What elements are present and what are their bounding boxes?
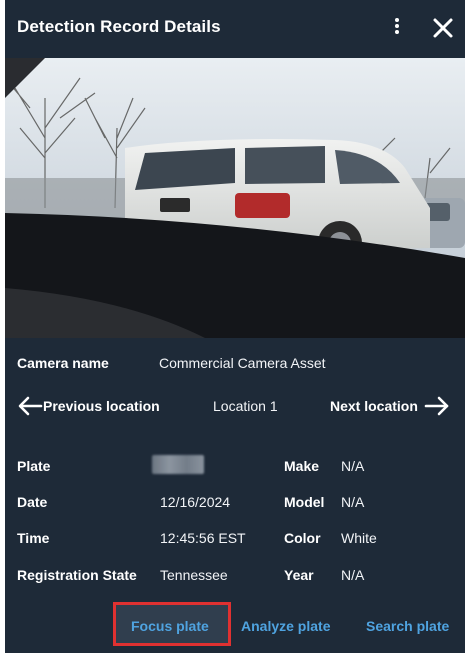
model-value: N/A — [341, 494, 365, 510]
focus-plate-button[interactable]: Focus plate — [131, 618, 209, 634]
camera-name-label: Camera name — [17, 355, 109, 371]
registration-state-label: Registration State — [17, 567, 137, 583]
panel-header: Detection Record Details — [5, 0, 465, 58]
detection-record-panel: Detection Record Details Camera name Com… — [5, 0, 465, 653]
analyze-plate-button[interactable]: Analyze plate — [241, 618, 330, 634]
arrow-right-icon — [424, 396, 449, 416]
current-location: Location 1 — [213, 398, 278, 414]
arrow-left-icon — [18, 396, 43, 416]
date-value: 12/16/2024 — [160, 494, 231, 510]
color-value: White — [341, 530, 377, 546]
camera-name-value: Commercial Camera Asset — [159, 355, 326, 371]
search-plate-button[interactable]: Search plate — [366, 618, 449, 634]
time-value: 12:45:56 EST — [160, 530, 246, 546]
make-value: N/A — [341, 458, 365, 474]
date-label: Date — [17, 494, 48, 510]
registration-state-value: Tennessee — [160, 567, 228, 583]
color-label: Color — [284, 530, 321, 546]
time-label: Time — [17, 530, 50, 546]
more-vertical-icon[interactable] — [389, 16, 405, 40]
year-label: Year — [284, 567, 314, 583]
model-label: Model — [284, 494, 325, 510]
panel-title: Detection Record Details — [17, 17, 221, 36]
close-icon[interactable] — [429, 14, 457, 42]
previous-location-button[interactable]: Previous location — [17, 393, 160, 419]
plate-label: Plate — [17, 458, 51, 474]
make-label: Make — [284, 458, 320, 474]
camera-snapshot-image — [5, 58, 465, 338]
previous-location-label: Previous location — [43, 398, 160, 414]
year-value: N/A — [341, 567, 365, 583]
next-location-label: Next location — [330, 398, 418, 414]
next-location-button[interactable]: Next location — [330, 393, 452, 419]
plate-value-redacted — [152, 455, 204, 474]
